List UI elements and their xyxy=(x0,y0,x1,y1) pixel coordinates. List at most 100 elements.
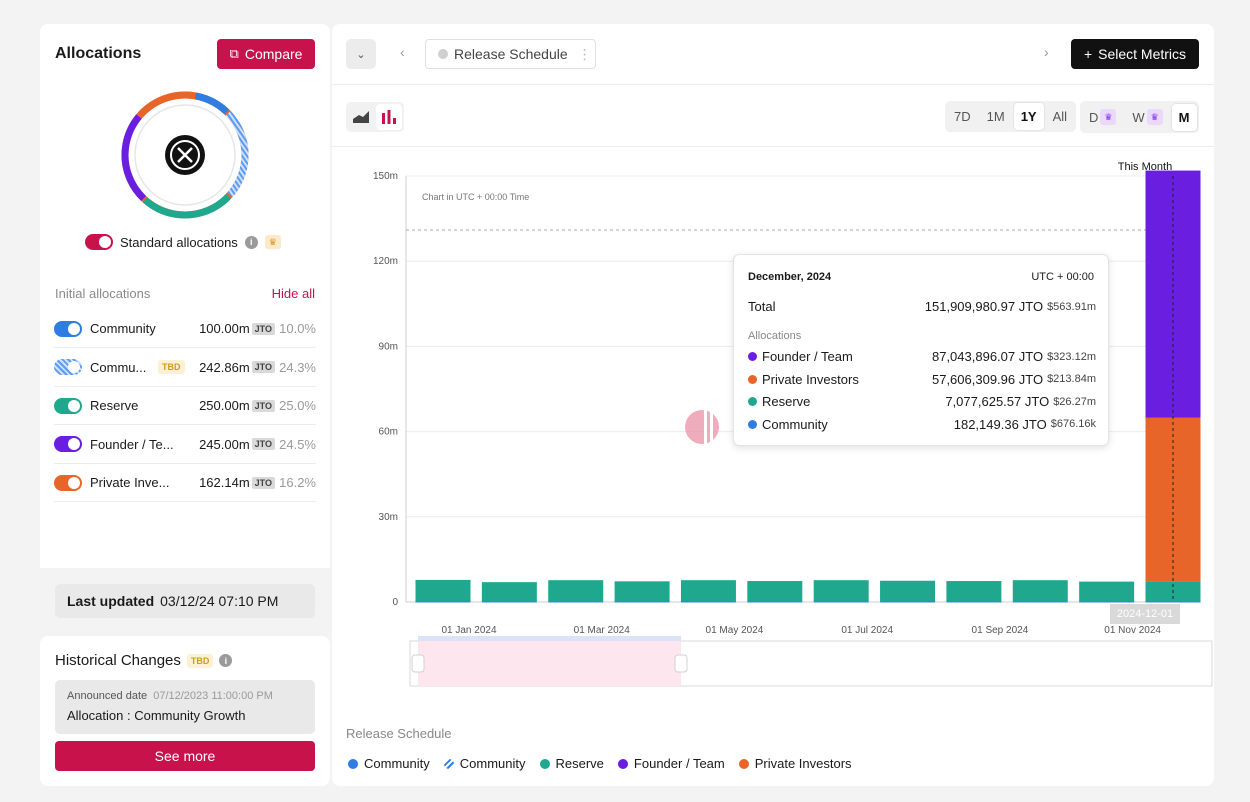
allocation-amount: 245.00m xyxy=(199,436,250,452)
bar-segment[interactable] xyxy=(813,580,869,602)
chart-time-note: Chart in UTC + 00:00 Time xyxy=(422,192,529,202)
select-metrics-button[interactable]: + Select Metrics xyxy=(1071,39,1199,69)
legend-item[interactable]: Community xyxy=(443,756,526,771)
tooltip-series-row: Private Investors 57,606,309.96 JTO $213.8… xyxy=(748,372,1096,387)
compare-button[interactable]: ⧉ Compare xyxy=(217,39,315,69)
bar-segment[interactable] xyxy=(1145,601,1201,603)
series-dot-icon xyxy=(748,374,757,384)
allocation-name: Founder / Te... xyxy=(90,436,174,452)
bar-segment[interactable] xyxy=(680,601,736,603)
chevron-down-icon: ⌄ xyxy=(356,48,366,61)
bar-segment[interactable] xyxy=(415,579,471,602)
allocation-row[interactable]: Commu... TBD 242.86m JTO 24.3% xyxy=(54,349,316,387)
bar-segment[interactable] xyxy=(614,601,670,603)
tooltip-series-row: Reserve 7,077,625.57 JTO $26.27m xyxy=(748,394,1096,409)
bar-segment[interactable] xyxy=(614,581,670,602)
allocation-toggle[interactable] xyxy=(54,320,82,337)
y-tick-label: 0 xyxy=(392,597,398,608)
chart-panel: ⌄ ‹ Release Schedule ⋮ › + Select Metric… xyxy=(332,24,1214,786)
allocation-toggle[interactable] xyxy=(54,397,82,414)
range-option[interactable]: All xyxy=(1046,103,1074,130)
allocation-row[interactable]: Founder / Te... 245.00m JTO 24.5% xyxy=(54,426,316,464)
historical-header: Historical Changes TBD i xyxy=(55,652,233,669)
interval-option[interactable]: M xyxy=(1171,103,1197,131)
bar-segment[interactable] xyxy=(481,582,537,602)
bar-segment[interactable] xyxy=(946,601,1002,603)
see-more-button[interactable]: See more xyxy=(55,741,315,771)
bar-segment[interactable] xyxy=(747,581,803,602)
info-icon[interactable]: i xyxy=(244,235,258,249)
legend-dot-icon xyxy=(617,758,628,769)
navigator-selection[interactable] xyxy=(418,641,681,686)
initial-allocations-label: Initial allocations xyxy=(55,286,151,301)
area-chart-icon[interactable] xyxy=(348,104,374,130)
tooltip-date: December, 2024 xyxy=(748,271,832,283)
legend-item[interactable]: Private Investors xyxy=(738,756,852,771)
more-icon[interactable]: ⋮ xyxy=(578,46,592,63)
allocation-name: Reserve xyxy=(90,398,139,413)
watermark-logo-icon xyxy=(685,410,719,444)
announcement-card[interactable]: Announced date 07/12/2023 11:00:00 PM Al… xyxy=(55,680,315,734)
legend-item[interactable]: Founder / Team xyxy=(617,756,725,771)
dataset-selector[interactable]: Release Schedule ⋮ xyxy=(425,39,596,69)
bar-segment[interactable] xyxy=(946,581,1002,602)
y-tick-label: 150m xyxy=(373,171,398,182)
range-option[interactable]: 7D xyxy=(947,103,978,130)
token-unit-badge: JTO xyxy=(251,438,275,450)
standard-allocations-label: Standard allocations xyxy=(120,234,238,250)
bar-segment[interactable] xyxy=(415,601,471,603)
hover-date-label: 2024-12-01 xyxy=(1110,604,1180,624)
historical-title: Historical Changes xyxy=(55,652,181,669)
bar-segment[interactable] xyxy=(1012,601,1068,603)
chevron-left-icon[interactable]: ‹ xyxy=(400,44,405,60)
standard-allocations-toggle[interactable] xyxy=(85,234,113,250)
legend-item[interactable]: Reserve xyxy=(539,756,604,771)
legend-item[interactable]: Community xyxy=(348,756,430,771)
bar-segment[interactable] xyxy=(813,601,869,603)
allocation-toggle[interactable] xyxy=(54,359,82,375)
range-option[interactable]: 1M xyxy=(980,103,1012,130)
y-tick-label: 60m xyxy=(379,427,398,438)
allocation-amount: 242.86m xyxy=(199,359,250,375)
collapse-button[interactable]: ⌄ xyxy=(346,39,376,69)
bar-chart-icon[interactable] xyxy=(376,104,402,130)
navigator-right-handle[interactable] xyxy=(674,654,688,673)
interval-option[interactable]: D ♛ xyxy=(1082,103,1123,131)
chart-tooltip: December, 2024 UTC + 00:00 Total 151,909… xyxy=(733,254,1109,446)
bar-segment[interactable] xyxy=(880,580,936,602)
allocations-title: Allocations xyxy=(55,45,142,62)
bar-segment[interactable] xyxy=(481,601,537,603)
allocation-amount: 162.14m xyxy=(199,475,250,490)
navigator-scrollbar[interactable] xyxy=(418,636,681,641)
range-option[interactable]: 1Y xyxy=(1013,103,1044,130)
bar-segment[interactable] xyxy=(548,601,604,603)
token-unit-badge: JTO xyxy=(251,361,275,373)
info-icon[interactable]: i xyxy=(219,654,233,667)
tooltip-series-row: Community 182,149.36 JTO $676.16k xyxy=(748,417,1096,432)
chevron-right-icon[interactable]: › xyxy=(1044,44,1049,60)
tooltip-timezone: UTC + 00:00 xyxy=(1031,271,1094,283)
x-tick-label: 01 Nov 2024 xyxy=(1104,625,1161,636)
tbd-badge: TBD xyxy=(186,653,214,668)
allocation-row[interactable]: Community 100.00m JTO 10.0% xyxy=(54,310,316,348)
bar-segment[interactable] xyxy=(747,601,803,603)
interval-option[interactable]: W ♛ xyxy=(1125,103,1169,131)
allocation-row[interactable]: Reserve 250.00m JTO 25.0% xyxy=(54,387,316,425)
hatched-swatch-icon xyxy=(443,758,454,769)
bar-segment[interactable] xyxy=(1012,580,1068,602)
bar-segment[interactable] xyxy=(548,580,604,602)
bar-segment[interactable] xyxy=(680,580,736,602)
bar-segment[interactable] xyxy=(1079,581,1135,602)
token-unit-badge: JTO xyxy=(251,322,275,335)
chart-type-toggle xyxy=(346,102,404,132)
navigator-left-handle[interactable] xyxy=(411,654,425,673)
range-selector: 7D 1M 1Y All xyxy=(945,101,1077,132)
bar-segment[interactable] xyxy=(880,601,936,603)
allocation-row[interactable]: Private Inve... 162.14m JTO 16.2% xyxy=(54,464,316,502)
allocation-name: Private Inve... xyxy=(90,475,170,490)
allocation-toggle[interactable] xyxy=(54,474,82,491)
bar-segment[interactable] xyxy=(1079,601,1135,603)
allocation-toggle[interactable] xyxy=(54,436,82,452)
hide-all-link[interactable]: Hide all xyxy=(272,286,315,301)
allocation-amount: 250.00m xyxy=(199,398,250,413)
